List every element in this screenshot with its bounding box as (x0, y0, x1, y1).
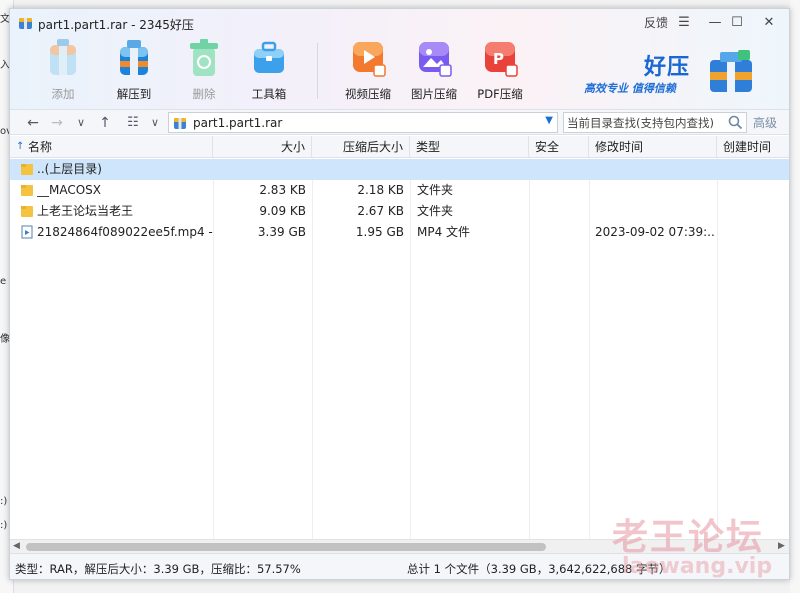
scroll-right-icon[interactable]: ▶ (778, 541, 785, 551)
file-size: 3.39 GB (257, 225, 306, 239)
toolbox-icon (254, 41, 284, 73)
video-compress-icon (353, 42, 386, 77)
path-field[interactable]: part1.part1.rar ▼ (168, 112, 558, 133)
file-type: 文件夹 (417, 183, 454, 197)
forward-icon[interactable]: → (48, 113, 66, 133)
file-packed-size: 2.67 KB (357, 204, 404, 218)
file-type: MP4 文件 (417, 225, 471, 239)
brand-name: 好压 (644, 55, 691, 80)
window-header: part1.part1.rar - 2345好压 反馈 ☰ — ☐ ✕ 添加 解… (10, 9, 789, 109)
table-row[interactable]: 上老王论坛当老王 9.09 KB 2.67 KB 文件夹 (10, 201, 789, 222)
background-text: :) (0, 520, 8, 531)
extract-icon (120, 40, 148, 75)
feedback-button[interactable]: 反馈 (642, 13, 670, 33)
file-name: ..(上层目录) (37, 162, 102, 176)
window-title: part1.part1.rar - 2345好压 (38, 18, 194, 32)
advanced-search-button[interactable]: 高级 (753, 114, 777, 131)
column-packed-size[interactable]: 压缩后大小 (312, 136, 410, 158)
column-name[interactable]: ↑ 名称 (10, 136, 213, 158)
background-app-edge-right (790, 0, 800, 593)
folder-icon (21, 206, 33, 217)
file-packed-size: 1.95 GB (355, 225, 404, 239)
column-header-row: ↑ 名称 大小 压缩后大小 类型 安全 修改时间 创建时间 (10, 136, 789, 158)
table-row[interactable]: 21824864f089022ee5f.mp4 -... 3.39 GB 1.9… (10, 222, 789, 243)
view-dropdown-icon[interactable]: ∨ (146, 113, 164, 133)
pdf-compress-button[interactable]: P PDF压缩 (469, 39, 531, 105)
file-size: 9.09 KB (259, 204, 306, 218)
column-security[interactable]: 安全 (529, 136, 589, 158)
minimize-icon[interactable]: — (706, 13, 724, 33)
view-mode-icon[interactable]: ☷ (124, 113, 142, 133)
add-button[interactable]: 添加 (32, 39, 94, 105)
title-bar[interactable]: part1.part1.rar - 2345好压 反馈 ☰ — ☐ ✕ (10, 9, 789, 37)
menu-icon[interactable]: ☰ (674, 13, 694, 33)
video-compress-label: 视频压缩 (345, 87, 391, 101)
column-size[interactable]: 大小 (213, 136, 312, 158)
file-name: 上老王论坛当老王 (37, 204, 134, 218)
folder-icon (21, 185, 33, 196)
delete-label: 删除 (192, 87, 216, 101)
column-type[interactable]: 类型 (410, 136, 529, 158)
pdf-compress-icon: P (485, 42, 518, 77)
brand-logo-icon (710, 50, 752, 92)
video-file-icon (21, 225, 33, 239)
delete-button[interactable]: 删除 (173, 39, 235, 105)
horizontal-scrollbar[interactable]: ◀ ▶ (10, 539, 789, 553)
background-text: :) (0, 496, 8, 507)
delete-icon (190, 39, 218, 76)
up-level-icon[interactable]: ↑ (96, 113, 114, 133)
search-field[interactable] (563, 112, 747, 133)
folder-icon (21, 164, 33, 175)
table-row[interactable]: __MACOSX 2.83 KB 2.18 KB 文件夹 (10, 180, 789, 201)
add-label: 添加 (51, 87, 75, 101)
table-row-parent-dir[interactable]: ..(上层目录) (10, 159, 789, 180)
status-bar: 类型：RAR，解压后大小：3.39 GB，压缩比：57.57% 总计 1 个文件… (10, 553, 789, 579)
extract-button[interactable]: 解压到 (103, 39, 165, 105)
close-icon[interactable]: ✕ (760, 13, 778, 33)
image-compress-icon (419, 42, 452, 77)
path-text: part1.part1.rar (193, 116, 283, 130)
background-text: e (0, 276, 7, 287)
toolbox-label: 工具箱 (251, 87, 287, 101)
search-icon[interactable] (728, 115, 743, 130)
column-name-label: 名称 (28, 140, 53, 154)
file-name: 21824864f089022ee5f.mp4 -... (37, 225, 213, 239)
navigation-bar: ← → ∨ ↑ ☷ ∨ part1.part1.rar ▼ 高级 (10, 109, 789, 135)
file-total: 总计 1 个文件（3.39 GB，3,642,622,688 字节） (407, 562, 671, 576)
file-type: 文件夹 (417, 204, 454, 218)
app-logo-icon (19, 18, 32, 29)
pdf-compress-label: PDF压缩 (477, 87, 523, 101)
sort-ascending-icon: ↑ (16, 141, 25, 152)
brand-area: 好压 高效专业 值得信赖 (584, 47, 784, 105)
toolbox-button[interactable]: 工具箱 (238, 39, 300, 105)
file-packed-size: 2.18 KB (357, 183, 404, 197)
file-size: 2.83 KB (259, 183, 306, 197)
maximize-icon[interactable]: ☐ (728, 13, 746, 33)
brand-slogan: 高效专业 值得信赖 (584, 82, 676, 95)
path-dropdown-icon[interactable]: ▼ (545, 115, 553, 126)
video-compress-button[interactable]: 视频压缩 (337, 39, 399, 105)
archive-info: 类型：RAR，解压后大小：3.39 GB，压缩比：57.57% (15, 562, 301, 576)
search-input[interactable] (567, 115, 725, 131)
archive-icon (174, 118, 186, 129)
history-dropdown-icon[interactable]: ∨ (72, 113, 90, 133)
column-created[interactable]: 创建时间 (717, 136, 789, 158)
archive-window: part1.part1.rar - 2345好压 反馈 ☰ — ☐ ✕ 添加 解… (9, 8, 790, 580)
scrollbar-thumb[interactable] (26, 543, 546, 551)
back-icon[interactable]: ← (24, 113, 42, 133)
toolbar-separator (317, 43, 318, 99)
file-name: __MACOSX (37, 183, 102, 197)
svg-text:P: P (493, 50, 504, 68)
extract-label: 解压到 (116, 87, 152, 101)
image-compress-button[interactable]: 图片压缩 (403, 39, 465, 105)
column-modified[interactable]: 修改时间 (589, 136, 717, 158)
file-list: ↑ 名称 大小 压缩后大小 类型 安全 修改时间 创建时间 ..(上层目录) _… (10, 136, 789, 539)
image-compress-label: 图片压缩 (411, 87, 457, 101)
add-icon (50, 39, 76, 75)
file-modified: 2023-09-02 07:39:... (595, 225, 715, 239)
scroll-left-icon[interactable]: ◀ (13, 541, 20, 551)
